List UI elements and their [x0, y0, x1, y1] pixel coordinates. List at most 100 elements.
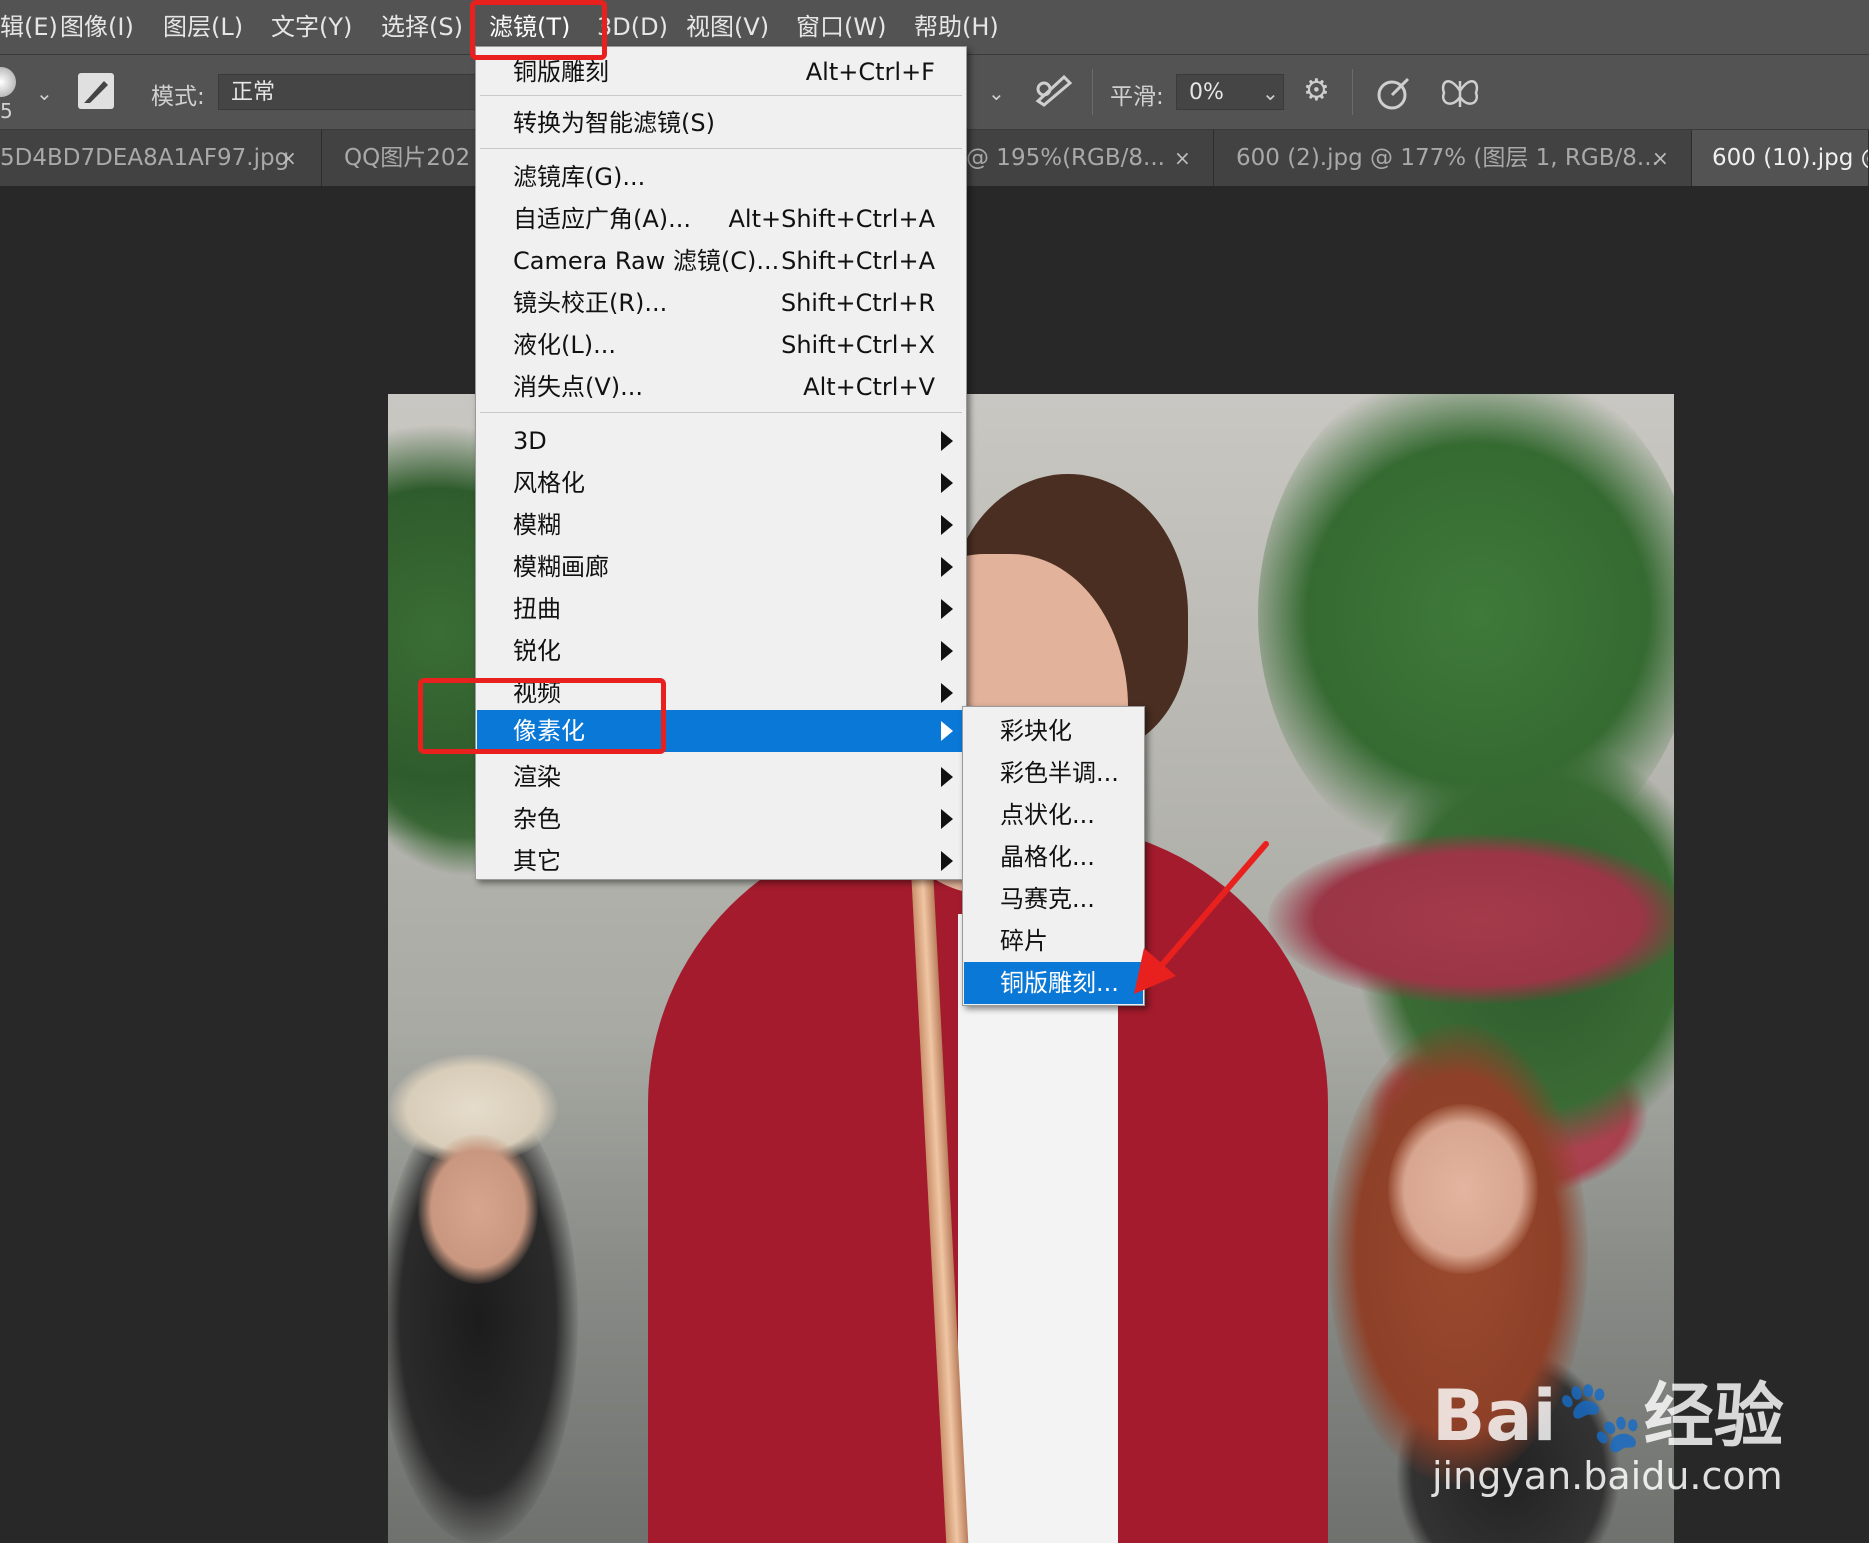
pressure-angle-icon[interactable] — [1374, 73, 1414, 121]
airbrush-icon[interactable] — [1034, 71, 1074, 115]
document-tab[interactable]: @ 195%(RGB/8... × — [960, 130, 1214, 186]
annotation-arrow-icon — [1134, 841, 1269, 994]
menu-item-shortcut: Alt+Ctrl+V — [803, 373, 935, 401]
menu-separator — [480, 95, 962, 96]
menu-item-label: 彩色半调... — [1000, 759, 1119, 787]
menu-item-label: 消失点(V)... — [513, 373, 644, 401]
photo-tree-right — [1258, 394, 1674, 874]
menu-item-label: 马赛克... — [1000, 885, 1095, 913]
tab-title: 600 (10).jpg @ — [1712, 145, 1869, 171]
menu-item-label: 风格化 — [513, 469, 585, 497]
menu-edit[interactable]: 辑(E) — [0, 0, 58, 54]
divider — [1092, 69, 1093, 115]
close-icon[interactable]: × — [280, 130, 297, 186]
menu-item-3d[interactable]: 3D — [477, 420, 965, 462]
submenu-arrow-icon — [941, 557, 953, 577]
submenu-arrow-icon — [941, 809, 953, 829]
brush-panel-toggle-icon[interactable] — [78, 73, 114, 109]
menu-item-label: 渲染 — [513, 763, 561, 791]
menu-item-label: 晶格化... — [1000, 843, 1095, 871]
photo-canopy — [1268, 834, 1674, 1004]
menu-item-sharpen[interactable]: 锐化 — [477, 630, 965, 672]
menu-item-shortcut: Shift+Ctrl+X — [781, 331, 935, 359]
submenu-arrow-icon — [941, 767, 953, 787]
smoothing-chevron-icon[interactable]: ⌄ — [1262, 81, 1279, 105]
watermark-url: jingyan.baidu.com — [1432, 1454, 1783, 1498]
brush-preset-icon[interactable] — [0, 67, 16, 97]
menu-item-label: 点状化... — [1000, 801, 1095, 829]
menu-item-label: Camera Raw 滤镜(C)... — [513, 247, 780, 275]
symmetry-butterfly-icon[interactable] — [1438, 73, 1482, 121]
submenu-arrow-icon — [941, 683, 953, 703]
menu-item-label: 模糊 — [513, 511, 561, 539]
tab-title: QQ图片202 — [344, 145, 471, 171]
menu-item-label: 锐化 — [513, 637, 561, 665]
annotation-box-filter-menu — [470, 0, 607, 60]
divider — [1352, 69, 1353, 115]
photo-right-girl-face — [1388, 1104, 1538, 1274]
filter-menu-dropdown: 铜版雕刻 Alt+Ctrl+F 转换为智能滤镜(S) 滤镜库(G)... 自适应… — [475, 46, 967, 880]
close-icon[interactable]: × — [1174, 130, 1191, 186]
submenu-item-color-halftone[interactable]: 彩色半调... — [964, 752, 1143, 794]
submenu-item-mezzotint[interactable]: 铜版雕刻... — [964, 962, 1143, 1004]
menu-item-label: 杂色 — [513, 805, 561, 833]
submenu-item-crystallize[interactable]: 晶格化... — [964, 836, 1143, 878]
menu-item-label: 3D — [513, 427, 547, 455]
menu-item-liquify[interactable]: 液化(L)... Shift+Ctrl+X — [477, 324, 965, 366]
menu-item-adaptive-wide-angle[interactable]: 自适应广角(A)... Alt+Shift+Ctrl+A — [477, 198, 965, 240]
submenu-arrow-icon — [941, 431, 953, 451]
document-tab[interactable]: 600 (2).jpg @ 177% (图层 1, RGB/8... × — [1214, 130, 1692, 186]
menu-item-label: 扭曲 — [513, 595, 561, 623]
mode-select[interactable]: 正常 — [218, 74, 480, 110]
submenu-item-facet[interactable]: 彩块化 — [964, 710, 1143, 752]
tab-title: 600 (2).jpg @ 177% (图层 1, RGB/8... — [1236, 145, 1659, 171]
close-icon[interactable]: × — [1652, 130, 1669, 186]
menu-item-label: 碎片 — [1000, 927, 1048, 955]
photo-left-girl-face — [418, 1134, 538, 1284]
submenu-item-fragment[interactable]: 碎片 — [964, 920, 1143, 962]
gear-icon[interactable]: ⚙ — [1303, 73, 1330, 108]
menu-item-shortcut: Shift+Ctrl+R — [780, 289, 935, 317]
smoothing-label: 平滑: — [1110, 84, 1164, 110]
tab-title: 5D4BD7DEA8A1AF97.jpg — [0, 145, 290, 171]
document-tab-active[interactable]: 600 (10).jpg @ — [1692, 130, 1869, 186]
submenu-arrow-icon — [941, 851, 953, 871]
menu-item-label: 其它 — [513, 847, 561, 875]
submenu-arrow-icon — [941, 599, 953, 619]
menu-image[interactable]: 图像(I) — [60, 0, 134, 54]
menu-item-blur[interactable]: 模糊 — [477, 504, 965, 546]
menu-item-camera-raw[interactable]: Camera Raw 滤镜(C)... Shift+Ctrl+A — [477, 240, 965, 282]
submenu-item-mosaic[interactable]: 马赛克... — [964, 878, 1143, 920]
menu-item-blur-gallery[interactable]: 模糊画廊 — [477, 546, 965, 588]
menu-item-lens-correction[interactable]: 镜头校正(R)... Shift+Ctrl+R — [477, 282, 965, 324]
menu-item-convert-smart-filter[interactable]: 转换为智能滤镜(S) — [477, 102, 965, 144]
menu-layer[interactable]: 图层(L) — [163, 0, 243, 54]
menu-item-shortcut: Shift+Ctrl+A — [781, 247, 935, 275]
submenu-arrow-icon — [941, 721, 953, 741]
menu-item-stylize[interactable]: 风格化 — [477, 462, 965, 504]
menu-select[interactable]: 选择(S) — [381, 0, 463, 54]
menu-separator — [480, 148, 962, 149]
menu-type[interactable]: 文字(Y) — [271, 0, 352, 54]
submenu-arrow-icon — [941, 473, 953, 493]
menu-item-label: 铜版雕刻... — [1000, 969, 1119, 997]
baidu-jingyan-watermark: Bai🐾经验 jingyan.baidu.com — [1432, 1360, 1812, 1510]
pixelate-submenu: 彩块化 彩色半调... 点状化... 晶格化... 马赛克... 碎片 铜版雕刻… — [962, 706, 1145, 1006]
menu-item-render[interactable]: 渲染 — [477, 756, 965, 798]
submenu-arrow-icon — [941, 515, 953, 535]
opacity-chevron-icon[interactable]: ⌄ — [988, 81, 1005, 105]
menu-item-distort[interactable]: 扭曲 — [477, 588, 965, 630]
menu-item-filter-gallery[interactable]: 滤镜库(G)... — [477, 156, 965, 198]
brush-preset-chevron-icon[interactable]: ⌄ — [36, 81, 53, 105]
menu-item-label: 自适应广角(A)... — [513, 205, 692, 233]
menu-item-noise[interactable]: 杂色 — [477, 798, 965, 840]
menu-item-other[interactable]: 其它 — [477, 840, 965, 882]
menu-item-vanishing-point[interactable]: 消失点(V)... Alt+Ctrl+V — [477, 366, 965, 408]
watermark-brand: Bai🐾经验 — [1432, 1375, 1784, 1457]
menu-item-label: 转换为智能滤镜(S) — [513, 109, 715, 137]
document-tab[interactable]: QQ图片202 — [322, 130, 482, 186]
document-tab[interactable]: 5D4BD7DEA8A1AF97.jpg × — [0, 130, 322, 186]
mode-label: 模式: — [151, 84, 205, 110]
menu-item-label: 彩块化 — [1000, 717, 1072, 745]
submenu-item-pointillize[interactable]: 点状化... — [964, 794, 1143, 836]
